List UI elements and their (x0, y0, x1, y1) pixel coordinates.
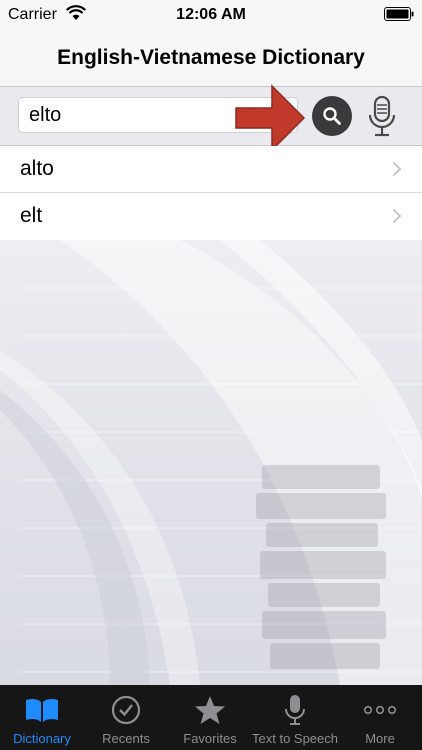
battery-icon (384, 7, 414, 21)
tab-recents[interactable]: Recents (84, 685, 168, 750)
clock-icon (111, 695, 141, 725)
result-word: alto (20, 157, 54, 180)
tab-label: More (365, 731, 395, 746)
page-title: English-Vietnamese Dictionary (57, 46, 365, 69)
result-row-alto[interactable]: alto (0, 146, 422, 193)
book-icon (26, 698, 58, 722)
status-time: 12:06 AM (176, 6, 246, 23)
result-row-elt[interactable]: elt (0, 193, 422, 239)
tab-label: Dictionary (13, 731, 71, 746)
result-word: elt (20, 204, 43, 227)
book-stack-illustration (256, 465, 386, 669)
search-area (0, 87, 422, 146)
navigation-bar: English-Vietnamese Dictionary (0, 30, 422, 87)
tab-label: Favorites (183, 731, 237, 746)
tab-label: Recents (102, 731, 150, 746)
microphone-icon (285, 695, 305, 725)
tab-label: Text to Speech (252, 731, 338, 746)
results-list: alto elt (0, 146, 422, 239)
status-bar: Carrier 12:06 AM (0, 0, 422, 30)
tab-bar: Dictionary Recents Favorites Text to Spe… (0, 685, 422, 750)
search-icon (323, 107, 341, 125)
microphone-button[interactable] (366, 95, 398, 137)
tab-dictionary[interactable]: Dictionary (0, 685, 84, 750)
chevron-right-icon (392, 161, 402, 177)
more-dots-icon (363, 705, 397, 715)
tab-text-to-speech[interactable]: Text to Speech (252, 685, 338, 750)
star-icon (195, 696, 225, 724)
tab-more[interactable]: More (338, 685, 422, 750)
chevron-right-icon (392, 208, 402, 224)
background-artwork (0, 240, 422, 685)
tab-favorites[interactable]: Favorites (168, 685, 252, 750)
arrow-annotation (235, 84, 306, 152)
search-button[interactable] (312, 96, 352, 136)
